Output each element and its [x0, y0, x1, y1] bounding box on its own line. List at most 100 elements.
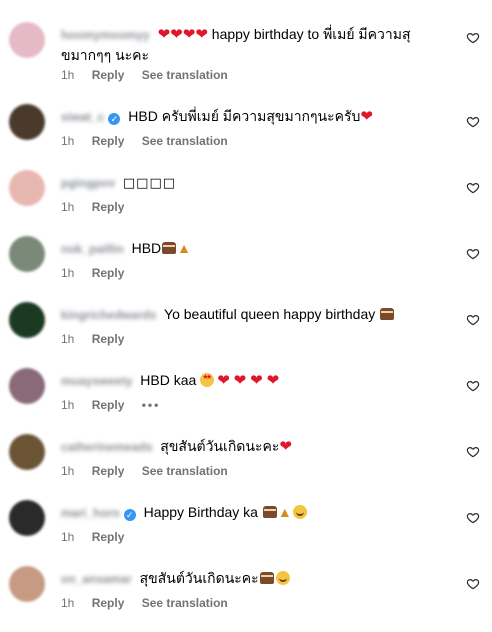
heart-emoji: ❤ [170, 26, 183, 43]
comment-body: □□□□ [122, 176, 177, 191]
see-translation-link[interactable]: See translation [142, 596, 228, 610]
comment-text: siwat_c ✓ HBD ครับพี่เมย์ มีความสุขมากๆนะ… [61, 106, 441, 127]
heart-emoji: ❤ [217, 372, 230, 389]
heart-like-icon[interactable] [466, 511, 480, 525]
comment-item: siwat_c ✓ HBD ครับพี่เมย์ มีความสุขมากๆนะ… [0, 104, 492, 170]
avatar[interactable] [9, 566, 45, 602]
reply-button[interactable]: Reply [92, 332, 125, 346]
comment-time: 1h [61, 134, 75, 148]
comment-time: 1h [61, 266, 75, 280]
reply-button[interactable]: Reply [92, 530, 125, 544]
comment-text: catherinemeads สุขสันต์วันเกิดนะคะ❤ [61, 436, 441, 457]
heart-like-icon[interactable] [466, 31, 480, 45]
smiling-face-emoji [292, 505, 307, 519]
comment-text: nok_paillin HBD ▲ [61, 238, 441, 259]
heart-like-icon[interactable] [466, 115, 480, 129]
verified-badge-icon: ✓ [123, 509, 136, 521]
comment-item: catherinemeads สุขสันต์วันเกิดนะคะ❤ 1h R… [0, 434, 492, 500]
heart-like-icon[interactable] [466, 445, 480, 459]
party-popper-emoji: ▲ [177, 240, 191, 256]
reply-button[interactable]: Reply [92, 68, 125, 82]
comment-text: muaysweety HBD kaa ❤ ❤ ❤ ❤ [61, 370, 441, 391]
comment-username[interactable]: hoomymoomyy [61, 25, 150, 45]
smiling-face-emoji [275, 571, 290, 585]
reply-button[interactable]: Reply [92, 464, 125, 478]
comment-text: pgingpov □□□□ [61, 172, 441, 194]
comment-text: mari_horn ✓ Happy Birthday ka ▲ [61, 502, 441, 523]
comment-username[interactable]: mari_horn [61, 503, 120, 523]
reply-button[interactable]: Reply [92, 398, 125, 412]
comment-meta: 1h Reply See translation [61, 68, 242, 82]
heart-like-icon[interactable] [466, 577, 480, 591]
comment-username[interactable]: nok_paillin [61, 239, 124, 259]
heart-like-icon[interactable] [466, 313, 480, 327]
party-popper-emoji: ▲ [277, 504, 292, 520]
comment-body: Yo beautiful queen happy birthday [164, 306, 376, 322]
comment-body-continued: ขมากๆๆ นะคะ [61, 47, 150, 63]
heart-emoji: ❤ [266, 372, 280, 389]
reply-button[interactable]: Reply [92, 266, 125, 280]
comment-body: สุขสันต์วันเกิดนะคะ [139, 570, 259, 586]
comment-username[interactable]: catherinemeads [61, 437, 152, 457]
heart-emoji: ❤ [157, 26, 171, 43]
comment-text: hoomymoomyy ❤❤❤❤ happy birthday to พี่เม… [61, 24, 436, 65]
comment-meta: 1h Reply See translation [61, 464, 242, 478]
avatar[interactable] [9, 170, 45, 206]
comment-username[interactable]: siwat_c [61, 107, 104, 127]
see-translation-link[interactable]: See translation [142, 68, 228, 82]
comment-text: kingrichedwards Yo beautiful queen happy… [61, 304, 441, 325]
avatar[interactable] [9, 104, 45, 140]
avatar[interactable] [9, 302, 45, 338]
reply-button[interactable]: Reply [92, 134, 125, 148]
comment-username[interactable]: on_ansamar [61, 569, 132, 589]
heart-emoji: ❤ [233, 372, 247, 389]
avatar[interactable] [9, 22, 45, 58]
comment-body: HBD kaa [140, 372, 197, 388]
heart-emoji: ❤ [250, 372, 263, 389]
cake-emoji [259, 572, 274, 584]
comment-meta: 1h Reply [61, 266, 138, 280]
comment-meta: 1h Reply [61, 530, 138, 544]
reply-button[interactable]: Reply [92, 200, 125, 214]
comment-time: 1h [61, 464, 75, 478]
avatar[interactable] [9, 434, 45, 470]
avatar[interactable] [9, 236, 45, 272]
comment-item: muaysweety HBD kaa ❤ ❤ ❤ ❤ 1h Reply ••• [0, 368, 492, 434]
avatar[interactable] [9, 368, 45, 404]
comment-item: kingrichedwards Yo beautiful queen happy… [0, 302, 492, 368]
heart-like-icon[interactable] [466, 379, 480, 393]
see-translation-link[interactable]: See translation [142, 134, 228, 148]
comment-username[interactable]: kingrichedwards [61, 305, 156, 325]
heart-emoji: ❤ [360, 108, 373, 125]
avatar[interactable] [9, 500, 45, 536]
cake-emoji [262, 506, 277, 518]
comment-meta: 1h Reply See translation [61, 134, 242, 148]
verified-badge-icon: ✓ [108, 113, 121, 125]
reply-button[interactable]: Reply [92, 596, 125, 610]
comment-body: HBD [131, 240, 162, 256]
comment-time: 1h [61, 200, 75, 214]
comment-item: on_ansamar สุขสันต์วันเกิดนะคะ 1h Reply … [0, 566, 492, 632]
comment-item: hoomymoomyy ❤❤❤❤ happy birthday to พี่เม… [0, 22, 492, 88]
heart-emoji: ❤ [182, 26, 196, 43]
comment-time: 1h [61, 398, 75, 412]
comment-username[interactable]: pgingpov [61, 173, 115, 193]
comment-body: สุขสันต์วันเกิดนะคะ [160, 438, 280, 454]
comment-time: 1h [61, 596, 75, 610]
comment-meta: 1h Reply See translation [61, 596, 242, 610]
comment-time: 1h [61, 530, 75, 544]
heart-emoji: ❤ [279, 438, 292, 455]
comment-meta: 1h Reply [61, 332, 138, 346]
see-translation-link[interactable]: See translation [142, 464, 228, 478]
comment-time: 1h [61, 68, 75, 82]
cake-emoji [162, 242, 177, 254]
heart-like-icon[interactable] [466, 247, 480, 261]
comment-text: on_ansamar สุขสันต์วันเกิดนะคะ [61, 568, 441, 589]
more-options-icon[interactable]: ••• [142, 398, 161, 412]
comment-username[interactable]: muaysweety [61, 371, 132, 391]
heart-like-icon[interactable] [466, 181, 480, 195]
star-struck-emoji [200, 373, 215, 387]
heart-emoji: ❤ [195, 26, 208, 43]
comment-item: nok_paillin HBD ▲ 1h Reply [0, 236, 492, 302]
comment-body: happy birthday to พี่เมย์ มีความสุ [211, 26, 411, 42]
